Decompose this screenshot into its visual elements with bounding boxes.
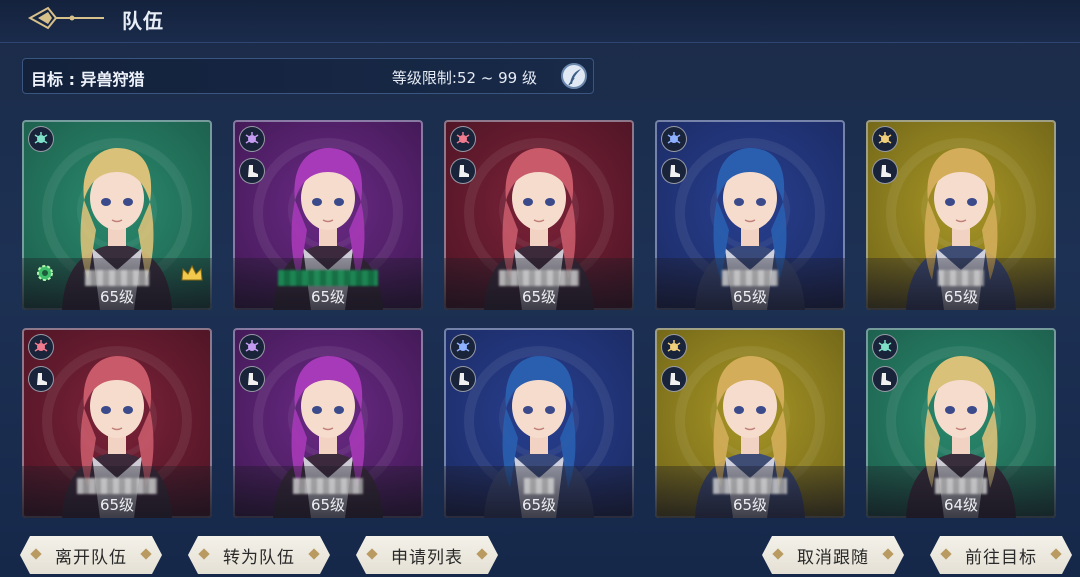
member-card[interactable]: 65级 <box>444 328 634 518</box>
member-name-redacted <box>85 270 149 286</box>
faction-glyph <box>34 340 48 352</box>
back-button[interactable] <box>26 4 108 32</box>
boot-icon <box>239 158 265 184</box>
boot-glyph <box>881 165 891 177</box>
faction-glyph <box>456 132 470 144</box>
faction-glyph <box>878 132 892 144</box>
boot-glyph <box>881 373 891 385</box>
beetle-icon <box>28 126 54 152</box>
member-card[interactable]: 65级 <box>655 328 845 518</box>
owl-icon <box>661 334 687 360</box>
boot-icon <box>872 158 898 184</box>
convert-team-button[interactable]: 转为队伍 <box>188 536 330 574</box>
beetle-icon <box>872 334 898 360</box>
boot-glyph <box>670 165 680 177</box>
member-level: 65级 <box>99 288 135 306</box>
boot-icon <box>661 366 687 392</box>
boot-icon <box>28 366 54 392</box>
member-name-redacted <box>524 478 554 494</box>
serpent-icon <box>450 334 476 360</box>
member-card[interactable]: 65级 <box>233 328 423 518</box>
member-card[interactable]: 64级 <box>866 328 1056 518</box>
boot-glyph <box>248 373 258 385</box>
member-name-redacted <box>77 478 157 494</box>
member-card[interactable]: 65级 <box>866 120 1056 310</box>
dragon-icon <box>450 126 476 152</box>
member-level: 65级 <box>99 496 135 514</box>
faction-glyph <box>667 340 681 352</box>
goal-bar: 目标 : 异兽狩猎 等级限制:52 ~ 99 级 <box>22 58 594 94</box>
edit-goal-button[interactable] <box>561 63 587 89</box>
level-limit: 等级限制:52 ~ 99 级 <box>391 69 537 87</box>
crown-icon <box>181 264 203 281</box>
faction-glyph <box>456 340 470 352</box>
member-level: 65级 <box>732 288 768 306</box>
member-level: 65级 <box>310 288 346 306</box>
boot-glyph <box>37 373 47 385</box>
go-to-target-label: 前往目标 <box>965 547 1037 568</box>
member-card[interactable]: 65级 <box>22 328 212 518</box>
member-card[interactable]: 65级 <box>655 120 845 310</box>
boot-glyph <box>459 165 469 177</box>
goal-text: 目标 : 异兽狩猎 <box>31 70 145 89</box>
owl-icon <box>872 126 898 152</box>
member-level: 65级 <box>943 288 979 306</box>
boot-icon <box>450 366 476 392</box>
member-name-redacted <box>938 270 984 286</box>
member-card[interactable]: 65级 <box>22 120 212 310</box>
beast-icon <box>239 334 265 360</box>
boot-glyph <box>248 165 258 177</box>
boot-icon <box>450 158 476 184</box>
member-level: 65级 <box>521 288 557 306</box>
member-level: 64级 <box>943 496 979 514</box>
faction-glyph <box>34 132 48 144</box>
member-level: 65级 <box>732 496 768 514</box>
leave-team-label: 离开队伍 <box>55 547 127 568</box>
cancel-follow-label: 取消跟随 <box>797 547 869 568</box>
page-title: 队伍 <box>122 9 164 33</box>
member-name-redacted <box>935 478 987 494</box>
cancel-follow-button[interactable]: 取消跟随 <box>762 536 904 574</box>
beast-icon <box>239 126 265 152</box>
go-to-target-button[interactable]: 前往目标 <box>930 536 1072 574</box>
boot-glyph <box>459 373 469 385</box>
member-name-redacted <box>713 478 787 494</box>
serpent-icon <box>661 126 687 152</box>
member-card[interactable]: 65级 <box>233 120 423 310</box>
back-arrow-icon <box>27 6 104 30</box>
member-name-redacted <box>278 270 378 286</box>
member-name-redacted <box>499 270 579 286</box>
boot-icon <box>872 366 898 392</box>
apply-list-label: 申请列表 <box>391 547 463 568</box>
top-bar: 队伍 <box>0 0 1080 43</box>
dragon-icon <box>28 334 54 360</box>
faction-glyph <box>667 132 681 144</box>
faction-glyph <box>245 132 259 144</box>
faction-glyph <box>245 340 259 352</box>
apply-list-button[interactable]: 申请列表 <box>356 536 498 574</box>
member-card[interactable]: 65级 <box>444 120 634 310</box>
member-name-redacted <box>722 270 778 286</box>
quill-icon <box>568 69 581 86</box>
leader-gear-icon <box>37 265 53 281</box>
boot-glyph <box>670 373 680 385</box>
member-level: 65级 <box>310 496 346 514</box>
member-level: 65级 <box>521 496 557 514</box>
leave-team-button[interactable]: 离开队伍 <box>20 536 162 574</box>
boot-icon <box>239 366 265 392</box>
member-name-redacted <box>293 478 363 494</box>
convert-team-label: 转为队伍 <box>223 547 295 568</box>
faction-glyph <box>878 340 892 352</box>
boot-icon <box>661 158 687 184</box>
